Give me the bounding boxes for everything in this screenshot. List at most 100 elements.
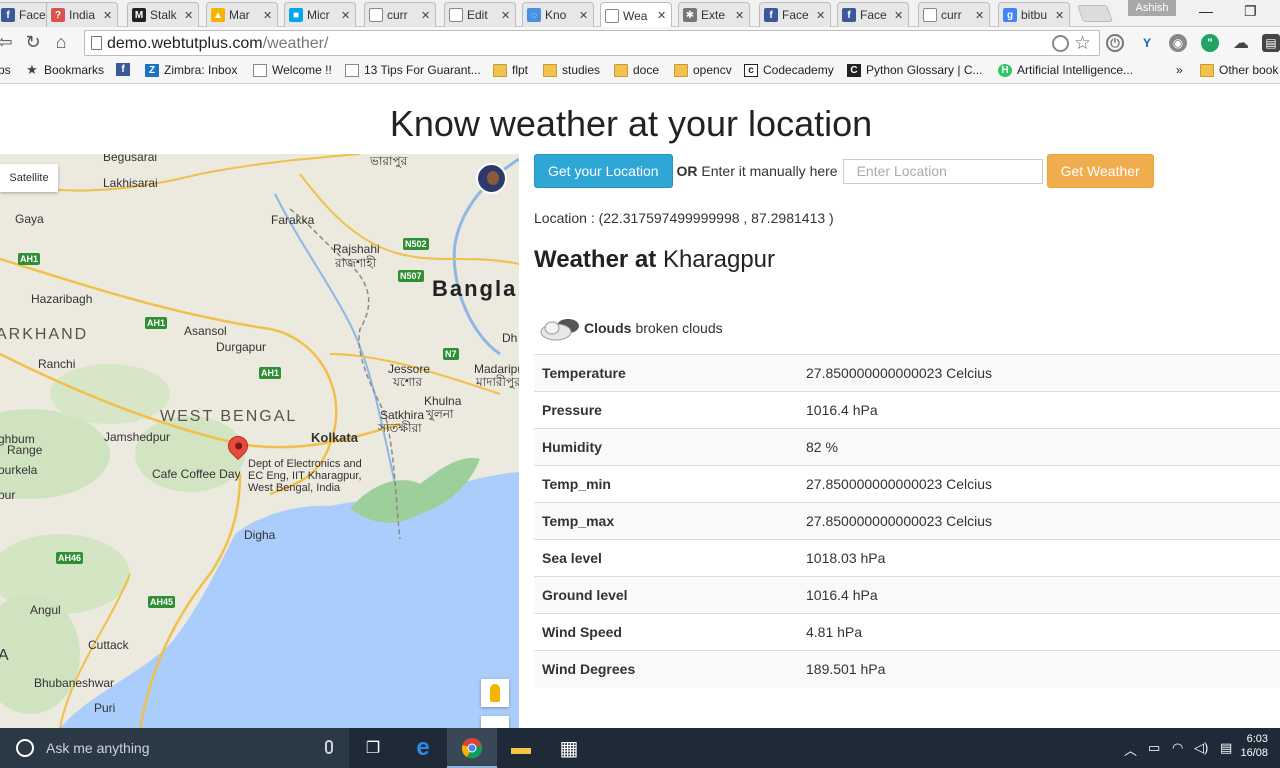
extension-y-icon[interactable]: Y [1138,34,1156,52]
browser-tab[interactable]: Wea ✕ [600,2,672,28]
page-info-icon[interactable] [91,36,102,50]
extension-hangouts-icon[interactable]: " [1201,34,1219,52]
bookmark-item[interactable]: c Codecademy [744,63,834,77]
browser-tab[interactable]: ✱ Exte ✕ [678,2,750,27]
page-icon [253,63,267,77]
browser-tab[interactable]: f Face ✕ [759,2,831,27]
satellite-toggle-button[interactable]: Satellite [0,164,58,192]
bookmark-item[interactable]: f [116,63,135,76]
zoom-control[interactable] [481,716,509,728]
bookmark-item[interactable]: Welcome !! [253,63,332,77]
google-map[interactable]: Satellite Bangla ARKHAND WEST BENGAL Beg… [0,154,519,728]
get-location-button[interactable]: Get your Location [534,154,673,188]
extension-menu-icon[interactable]: ▤ [1262,34,1280,52]
tab-close-icon[interactable]: ✕ [421,9,431,22]
map-place-label: Rajshahi [333,242,380,256]
browser-tab[interactable]: Edit ✕ [444,2,516,27]
tab-close-icon[interactable]: ✕ [501,9,511,22]
system-clock[interactable]: 6:03 16/08 [1240,732,1268,760]
user-avatar[interactable] [476,163,507,194]
volume-icon[interactable]: ◁) [1194,740,1208,756]
bookmark-label: Codecademy [763,63,834,77]
weather-value: 1016.4 hPa [798,391,1280,429]
bookmark-item[interactable]: Other book [1200,63,1278,77]
cortana-search-box[interactable]: Ask me anything [0,728,349,768]
back-icon[interactable]: ⇦ [0,32,16,53]
bookmark-item[interactable]: ★ Bookmarks [25,62,104,77]
bookmark-item[interactable]: 13 Tips For Guarant... [345,63,481,77]
edge-icon[interactable]: e [411,734,435,761]
bookmark-label: opencv [693,63,732,77]
highway-shield: AH1 [259,367,282,379]
weather-key: Temperature [534,354,798,392]
browser-tab[interactable]: curr ✕ [918,2,990,27]
tray-chevron-icon[interactable]: ︿ [1124,740,1137,759]
browser-tab[interactable]: ■ Micr ✕ [284,2,356,27]
get-weather-button[interactable]: Get Weather [1046,154,1154,188]
battery-icon[interactable]: ▭ [1148,740,1160,756]
url-text[interactable]: demo.webtutplus.com/weather/ [107,35,328,53]
location-tracking-icon[interactable] [1052,35,1069,52]
bookmark-item[interactable]: flpt [493,63,528,77]
location-input[interactable] [842,158,1043,184]
tab-close-icon[interactable]: ✕ [894,9,904,22]
minimize-icon[interactable]: — [1199,3,1213,19]
map-place-label: Gaya [15,212,44,226]
tab-close-icon[interactable]: ✕ [735,9,745,22]
bookmark-item[interactable]: doce [614,63,659,77]
bookmark-item[interactable]: H Artificial Intelligence... [998,63,1133,77]
new-tab-button[interactable] [1076,5,1114,22]
street-view-pegman-icon[interactable] [481,679,509,707]
extension-power-icon[interactable]: ⏻ [1106,34,1124,52]
tab-close-icon[interactable]: ✕ [103,9,113,22]
store-icon[interactable]: ▦ [557,736,581,760]
browser-tab[interactable]: M Stalk ✕ [127,2,199,27]
page-title: Know weather at your location [389,103,873,144]
browser-tab[interactable]: ▲ Mar ✕ [206,2,278,27]
facebook-icon: f [1,8,15,22]
map-place-label: Ranchi [38,357,76,371]
browser-tab[interactable]: g bitbu ✕ [998,2,1070,27]
tab-strip: Ashish — ❐ f Face ✕? India ✕ M Stalk ✕ ▲ Mar ✕ ■ Mic… [0,0,1280,28]
bookmark-star-icon[interactable]: ☆ [1074,32,1091,55]
table-row: Temp_max 27.850000000000023 Celcius [534,502,1280,540]
bookmark-item[interactable]: opencv [674,63,732,77]
extension-globe-icon[interactable]: ◉ [1169,34,1187,52]
bookmark-item[interactable]: » [1176,63,1183,77]
page-icon [605,8,619,23]
loading-icon: ◌ [527,8,541,22]
highway-shield: N502 [403,238,429,250]
tab-close-icon[interactable]: ✕ [579,9,589,22]
file-explorer-icon[interactable]: ▬ [509,736,533,760]
profile-button[interactable]: Ashish [1128,0,1176,16]
browser-tab[interactable]: ◌ Kno ✕ [522,2,594,27]
bookmark-item[interactable]: C Python Glossary | C... [847,63,983,77]
wifi-icon[interactable]: ◠ [1172,740,1183,756]
browser-tab[interactable]: curr ✕ [364,2,436,27]
map-place-label: pur [0,488,16,502]
extension-cloud-icon[interactable]: ☁ [1232,34,1250,52]
map-region-label: WEST BENGAL [160,408,298,425]
bookmark-item[interactable]: studies [543,63,600,77]
tab-close-icon[interactable]: ✕ [657,9,667,22]
tab-label: curr [387,8,408,22]
restore-icon[interactable]: ❐ [1244,3,1257,20]
address-bar[interactable]: demo.webtutplus.com/weather/ ☆ [84,30,1100,56]
browser-tab[interactable]: f Face ✕ [837,2,909,27]
home-icon[interactable]: ⌂ [50,32,72,53]
notifications-icon[interactable]: ▤ [1220,740,1232,756]
task-view-icon[interactable]: ❐ [361,736,385,760]
tab-label: Mar [229,8,250,22]
tab-close-icon[interactable]: ✕ [816,9,826,22]
browser-tab[interactable]: ? India ✕ [46,2,118,27]
tab-close-icon[interactable]: ✕ [341,9,351,22]
bookmark-item[interactable]: Z Zimbra: Inbox [145,63,237,77]
bookmark-item[interactable]: ps [0,63,11,77]
microphone-icon[interactable] [325,740,333,754]
tab-close-icon[interactable]: ✕ [184,9,194,22]
reload-icon[interactable]: ↻ [22,32,44,53]
tab-close-icon[interactable]: ✕ [263,9,273,22]
chrome-icon[interactable] [460,736,484,760]
tab-close-icon[interactable]: ✕ [1055,9,1065,22]
tab-close-icon[interactable]: ✕ [975,9,985,22]
